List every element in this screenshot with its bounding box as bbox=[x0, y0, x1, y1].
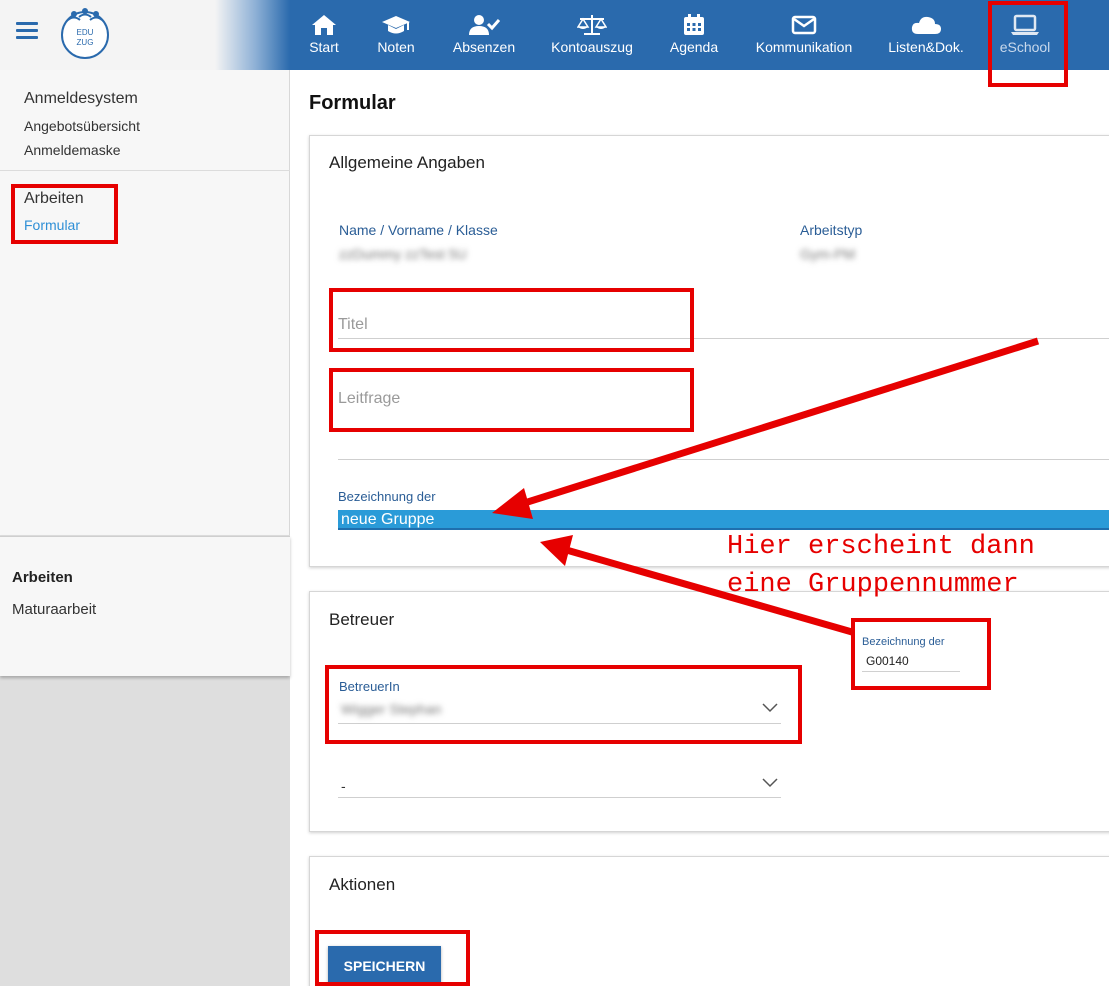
nav-agenda[interactable]: Agenda bbox=[668, 0, 720, 70]
nav-noten-label: Noten bbox=[377, 39, 415, 55]
nav-start[interactable]: Start bbox=[306, 0, 342, 70]
callout-underline bbox=[862, 671, 960, 672]
graduation-cap-icon bbox=[382, 16, 410, 34]
card-title-aktionen: Aktionen bbox=[329, 875, 396, 894]
name-value: zzDummy zzTest 5U bbox=[339, 246, 467, 262]
nav-listen-dok-label: Listen&Dok. bbox=[888, 39, 964, 55]
group-name-field[interactable]: neue Gruppe bbox=[338, 510, 1109, 530]
logo-text-edu: EDU bbox=[77, 28, 94, 37]
nav-absenzen[interactable]: Absenzen bbox=[452, 0, 516, 70]
sidebar-group-arbeiten[interactable]: Arbeiten bbox=[24, 190, 84, 208]
sidebar-secondary-panel: Arbeiten Maturaarbeit bbox=[0, 536, 290, 676]
page-title: Formular bbox=[309, 92, 396, 114]
group-label: Bezeichnung der bbox=[338, 489, 436, 504]
laptop-icon bbox=[1011, 14, 1039, 35]
sidebar-item-formular[interactable]: Formular bbox=[24, 217, 80, 233]
nav-noten[interactable]: Noten bbox=[373, 0, 419, 70]
save-button[interactable]: SPEICHERN bbox=[328, 946, 441, 986]
card-title-betreuer: Betreuer bbox=[329, 610, 395, 629]
envelope-icon bbox=[791, 15, 817, 35]
type-label: Arbeitstyp bbox=[800, 222, 863, 238]
type-value: Gym-PM bbox=[800, 246, 856, 262]
betreuer-value: Wigger Stephan bbox=[341, 701, 442, 717]
chevron-down-icon bbox=[762, 703, 778, 713]
nav-agenda-label: Agenda bbox=[669, 39, 719, 55]
calendar-icon bbox=[684, 14, 704, 35]
sidebar: Anmeldesystem Angebotsübersicht Anmeldem… bbox=[0, 70, 290, 986]
annotation-text: Hier erscheint dann eine Gruppennummer bbox=[727, 528, 1035, 604]
nav-kontoauszug-label: Kontoauszug bbox=[551, 39, 633, 55]
logo-text-zug: ZUG bbox=[77, 38, 94, 47]
nav-eschool[interactable]: eSchool bbox=[998, 0, 1052, 70]
top-navigation-bar: EDU ZUG Start Noten Absenzen Kontoauszug… bbox=[0, 0, 1109, 70]
edu-zug-logo[interactable]: EDU ZUG bbox=[58, 6, 112, 60]
nav-start-label: Start bbox=[309, 39, 339, 55]
titel-input[interactable] bbox=[338, 312, 1109, 339]
secondary-item-maturaarbeit[interactable]: Maturaarbeit bbox=[12, 601, 96, 618]
sidebar-group-anmeldesystem[interactable]: Anmeldesystem bbox=[24, 90, 138, 108]
name-label: Name / Vorname / Klasse bbox=[339, 222, 498, 238]
hamburger-menu-icon[interactable] bbox=[16, 22, 38, 42]
brand-area: EDU ZUG bbox=[0, 0, 290, 70]
betreuer-label: BetreuerIn bbox=[339, 679, 400, 694]
callout-label: Bezeichnung der bbox=[862, 636, 945, 648]
chevron-down-icon bbox=[762, 778, 778, 788]
card-title-allgemeine-angaben: Allgemeine Angaben bbox=[329, 153, 485, 172]
sidebar-menu: Anmeldesystem Angebotsübersicht Anmeldem… bbox=[0, 70, 290, 535]
user-check-icon bbox=[469, 15, 500, 35]
nav-kommunikation-label: Kommunikation bbox=[755, 39, 853, 55]
balance-scale-icon bbox=[577, 15, 607, 35]
home-icon bbox=[312, 15, 336, 35]
secondary-panel-title: Arbeiten bbox=[12, 569, 73, 586]
sidebar-item-angebotsuebersicht[interactable]: Angebotsübersicht bbox=[24, 118, 140, 134]
sidebar-divider bbox=[0, 170, 290, 171]
nav-kontoauszug[interactable]: Kontoauszug bbox=[549, 0, 635, 70]
second-betreuer-select[interactable] bbox=[338, 772, 781, 798]
annotation-line-2: eine Gruppennummer bbox=[727, 570, 1019, 600]
nav-kommunikation[interactable]: Kommunikation bbox=[753, 0, 855, 70]
sidebar-item-anmeldemaske[interactable]: Anmeldemaske bbox=[24, 142, 121, 158]
nav-listen-dok[interactable]: Listen&Dok. bbox=[887, 0, 965, 70]
nav-absenzen-label: Absenzen bbox=[452, 39, 516, 55]
callout-group-number: G00140 bbox=[866, 654, 909, 668]
leitfrage-input[interactable] bbox=[338, 386, 1109, 460]
second-betreuer-value: - bbox=[341, 778, 346, 794]
nav-eschool-label: eSchool bbox=[999, 39, 1051, 55]
cloud-icon bbox=[911, 16, 941, 34]
annotation-line-1: Hier erscheint dann bbox=[727, 532, 1035, 562]
